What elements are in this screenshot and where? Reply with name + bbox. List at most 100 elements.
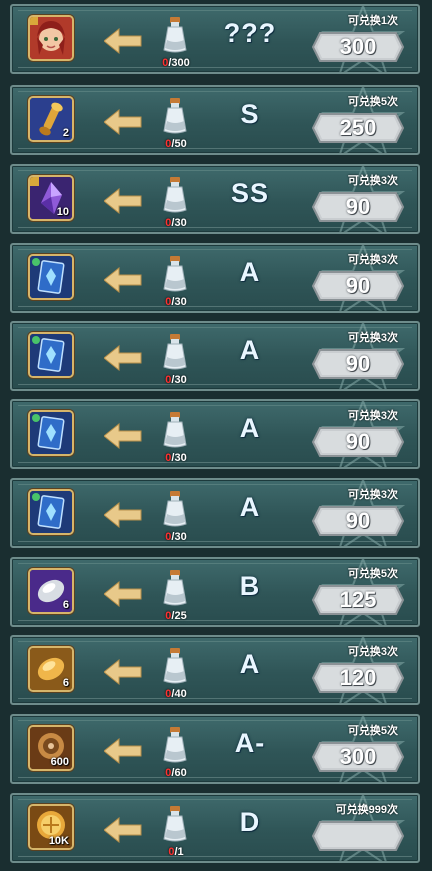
cost-value: 120 <box>339 665 377 690</box>
cost-button[interactable]: 90 <box>312 192 404 222</box>
cost-button[interactable]: 90 <box>312 506 404 536</box>
cost-value: 90 <box>345 351 371 376</box>
arrow-left-icon <box>103 27 142 55</box>
progress-count: 0/40 <box>148 688 204 700</box>
cost-button[interactable]: 300 <box>312 742 404 772</box>
blue-card-icon[interactable] <box>28 410 74 456</box>
arrow-left-icon <box>103 187 142 215</box>
exchange-row[interactable]: 0/300??? 可兑换1次 300 <box>10 4 420 74</box>
arrow-left-icon <box>103 658 142 686</box>
grade-label: S <box>240 99 260 129</box>
item-count: 2 <box>62 127 69 139</box>
progress-total: /40 <box>171 688 187 700</box>
progress-count: 0/30 <box>148 296 204 308</box>
arrow-left-icon <box>103 266 142 294</box>
item-count: 10K <box>48 835 69 847</box>
purple-crystal-icon[interactable]: 10 <box>28 175 74 221</box>
progress-count: 0/30 <box>148 452 204 464</box>
progress-total: /300 <box>168 57 190 69</box>
bottle-icon <box>160 176 190 214</box>
gold-gem-icon[interactable]: 6 <box>28 646 74 692</box>
grade-label: D <box>239 807 261 837</box>
exchange-row[interactable]: 600 0/60 A- 可兑换5次 300 <box>10 714 420 784</box>
exchange-row[interactable]: 10K 0/1 D 可兑换999次 <box>10 793 420 863</box>
exchange-limit: 可兑换3次 <box>347 489 398 501</box>
bottle-icon <box>160 805 190 843</box>
arrow-left-icon <box>103 108 142 136</box>
grade-label: SS <box>230 178 270 208</box>
bottle-icon <box>160 726 190 764</box>
cost-button[interactable]: 250 <box>312 113 404 143</box>
progress-total: /30 <box>171 531 187 543</box>
blue-card-icon[interactable] <box>28 489 74 535</box>
grade-label: A <box>239 413 261 443</box>
arrow-left-icon <box>103 501 142 529</box>
bottle-icon <box>160 255 190 293</box>
exchange-row[interactable]: 6 0/25 B 可兑换5次 125 <box>10 557 420 627</box>
cost-button[interactable] <box>312 821 404 851</box>
cost-button[interactable]: 120 <box>312 663 404 693</box>
arrow-left-icon <box>103 580 142 608</box>
exchange-row[interactable]: 6 0/40 A 可兑换3次 120 <box>10 635 420 705</box>
arrow-left-icon <box>103 816 142 844</box>
item-count: 6 <box>62 599 69 611</box>
exchange-list: 0/300??? 可兑换1次 300 2 0/50 S 可兑换5次 250 10 0/30 SS 可兑… <box>0 0 432 871</box>
progress-total: /50 <box>171 138 187 150</box>
progress-count: 0/60 <box>148 767 204 779</box>
grade-label: A <box>239 492 261 522</box>
progress-count: 0/30 <box>148 531 204 543</box>
cost-value: 90 <box>345 508 371 533</box>
exchange-limit: 可兑换3次 <box>347 332 398 344</box>
cost-value: 300 <box>339 34 377 59</box>
exchange-row[interactable]: 10 0/30 SS 可兑换3次 90 <box>10 164 420 234</box>
progress-count: 0/25 <box>148 610 204 622</box>
exchange-row[interactable]: 0/30 A 可兑换3次 90 <box>10 243 420 313</box>
exchange-limit: 可兑换1次 <box>347 15 398 27</box>
gear-coin-icon[interactable]: 600 <box>28 725 74 771</box>
cost-value: 250 <box>339 115 377 140</box>
bottle-icon <box>160 490 190 528</box>
bottle-icon <box>160 97 190 135</box>
progress-total: /1 <box>174 846 184 858</box>
progress-count: 0/300 <box>148 57 204 69</box>
progress-count: 0/30 <box>148 217 204 229</box>
cost-button[interactable]: 300 <box>312 32 404 62</box>
progress-total: /30 <box>171 217 187 229</box>
cost-button[interactable]: 90 <box>312 271 404 301</box>
exchange-limit: 可兑换3次 <box>347 646 398 658</box>
cost-button[interactable]: 125 <box>312 585 404 615</box>
hero-portrait-icon[interactable] <box>28 15 74 61</box>
silver-gem-icon[interactable]: 6 <box>28 568 74 614</box>
blue-card-icon[interactable] <box>28 254 74 300</box>
arrow-left-icon <box>103 344 142 372</box>
exchange-limit: 可兑换3次 <box>347 410 398 422</box>
exchange-row[interactable]: 0/30 A 可兑换3次 90 <box>10 399 420 469</box>
bottle-icon <box>160 647 190 685</box>
cost-button[interactable]: 90 <box>312 349 404 379</box>
item-count: 6 <box>62 677 69 689</box>
exchange-row[interactable]: 2 0/50 S 可兑换5次 250 <box>10 85 420 155</box>
exchange-row[interactable]: 0/30 A 可兑换3次 90 <box>10 478 420 548</box>
exchange-limit: 可兑换5次 <box>347 96 398 108</box>
grade-label: A <box>239 335 261 365</box>
bottle-icon <box>160 333 190 371</box>
cost-value: 300 <box>339 744 377 769</box>
bottle-icon <box>160 411 190 449</box>
exchange-row[interactable]: 0/30 A 可兑换3次 90 <box>10 321 420 391</box>
exchange-limit: 可兑换5次 <box>347 568 398 580</box>
cost-button[interactable]: 90 <box>312 427 404 457</box>
golden-scroll-icon[interactable]: 2 <box>28 96 74 142</box>
gold-coin-icon[interactable]: 10K <box>28 804 74 850</box>
cost-value: 90 <box>345 273 371 298</box>
progress-total: /30 <box>171 452 187 464</box>
grade-label: ??? <box>223 18 277 48</box>
arrow-left-icon <box>103 737 142 765</box>
grade-label: B <box>239 571 261 601</box>
progress-count: 0/50 <box>148 138 204 150</box>
grade-label: A- <box>234 728 266 758</box>
exchange-limit: 可兑换3次 <box>347 175 398 187</box>
blue-card-icon[interactable] <box>28 332 74 378</box>
progress-total: /30 <box>171 296 187 308</box>
progress-count: 0/1 <box>148 846 204 858</box>
progress-count: 0/30 <box>148 374 204 386</box>
